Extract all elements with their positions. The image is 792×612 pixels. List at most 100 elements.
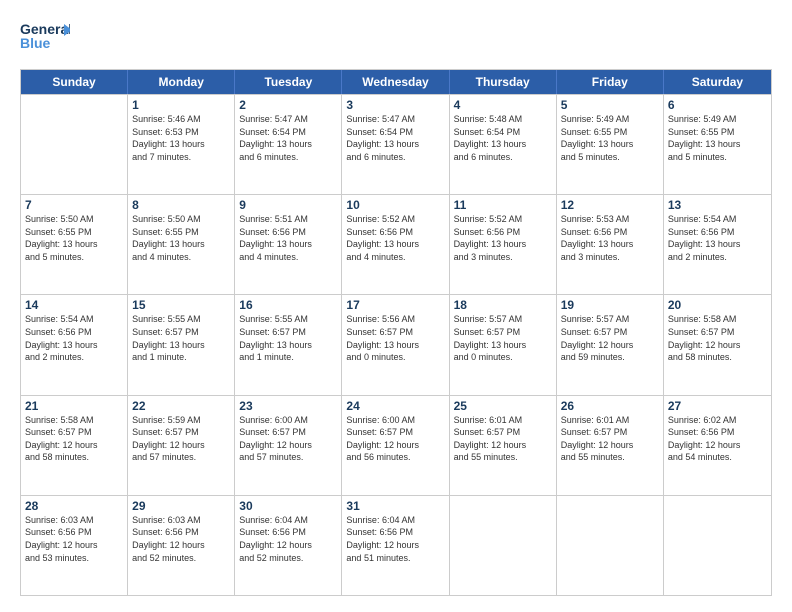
day-number: 31 xyxy=(346,499,444,513)
calendar-cell: 28Sunrise: 6:03 AM Sunset: 6:56 PM Dayli… xyxy=(21,496,128,595)
calendar-cell: 3Sunrise: 5:47 AM Sunset: 6:54 PM Daylig… xyxy=(342,95,449,194)
header-day-monday: Monday xyxy=(128,70,235,94)
day-number: 22 xyxy=(132,399,230,413)
calendar-cell: 19Sunrise: 5:57 AM Sunset: 6:57 PM Dayli… xyxy=(557,295,664,394)
calendar-cell: 26Sunrise: 6:01 AM Sunset: 6:57 PM Dayli… xyxy=(557,396,664,495)
day-info: Sunrise: 6:02 AM Sunset: 6:56 PM Dayligh… xyxy=(668,414,767,464)
calendar-cell: 2Sunrise: 5:47 AM Sunset: 6:54 PM Daylig… xyxy=(235,95,342,194)
day-info: Sunrise: 5:58 AM Sunset: 6:57 PM Dayligh… xyxy=(668,313,767,363)
day-number: 15 xyxy=(132,298,230,312)
week-row-5: 28 Sunrise: 6:03 AM Sunset: 6:56 PM Dayli… xyxy=(21,495,771,595)
day-info: Sunrise: 5:50 AM Sunset: 6:55 PM Dayligh… xyxy=(25,213,123,263)
logo-icon: General Blue xyxy=(20,16,70,56)
calendar-cell: 4Sunrise: 5:48 AM Sunset: 6:54 PM Daylig… xyxy=(450,95,557,194)
calendar-cell xyxy=(450,496,557,595)
day-number: 6 xyxy=(668,98,767,112)
day-number: 7 xyxy=(25,198,123,212)
calendar-cell: 22Sunrise: 5:59 AM Sunset: 6:57 PM Dayli… xyxy=(128,396,235,495)
calendar: SundayMondayTuesdayWednesdayThursdayFrid… xyxy=(20,69,772,596)
header-day-tuesday: Tuesday xyxy=(235,70,342,94)
day-number: 3 xyxy=(346,98,444,112)
calendar-cell: 12Sunrise: 5:53 AM Sunset: 6:56 PM Dayli… xyxy=(557,195,664,294)
calendar-cell: 11Sunrise: 5:52 AM Sunset: 6:56 PM Dayli… xyxy=(450,195,557,294)
calendar-cell: 21Sunrise: 5:58 AM Sunset: 6:57 PM Dayli… xyxy=(21,396,128,495)
calendar-cell: 6Sunrise: 5:49 AM Sunset: 6:55 PM Daylig… xyxy=(664,95,771,194)
day-number: 12 xyxy=(561,198,659,212)
day-number: 17 xyxy=(346,298,444,312)
day-number: 26 xyxy=(561,399,659,413)
day-info: Sunrise: 6:04 AM Sunset: 6:56 PM Dayligh… xyxy=(239,514,337,564)
day-info: Sunrise: 6:03 AM Sunset: 6:56 PM Dayligh… xyxy=(132,514,230,564)
day-number: 20 xyxy=(668,298,767,312)
calendar-cell: 7Sunrise: 5:50 AM Sunset: 6:55 PM Daylig… xyxy=(21,195,128,294)
day-number: 16 xyxy=(239,298,337,312)
calendar-cell: 9Sunrise: 5:51 AM Sunset: 6:56 PM Daylig… xyxy=(235,195,342,294)
day-number: 25 xyxy=(454,399,552,413)
header-day-wednesday: Wednesday xyxy=(342,70,449,94)
week-row-1: 1Sunrise: 5:46 AM Sunset: 6:53 PM Daylig… xyxy=(21,94,771,194)
day-number: 23 xyxy=(239,399,337,413)
day-number: 8 xyxy=(132,198,230,212)
day-number: 29 xyxy=(132,499,230,513)
calendar-header: SundayMondayTuesdayWednesdayThursdayFrid… xyxy=(21,70,771,94)
calendar-cell: 8Sunrise: 5:50 AM Sunset: 6:55 PM Daylig… xyxy=(128,195,235,294)
calendar-cell: 1Sunrise: 5:46 AM Sunset: 6:53 PM Daylig… xyxy=(128,95,235,194)
header-day-saturday: Saturday xyxy=(664,70,771,94)
day-info: Sunrise: 5:49 AM Sunset: 6:55 PM Dayligh… xyxy=(668,113,767,163)
day-info: Sunrise: 5:58 AM Sunset: 6:57 PM Dayligh… xyxy=(25,414,123,464)
day-number: 28 xyxy=(25,499,123,513)
day-info: Sunrise: 5:48 AM Sunset: 6:54 PM Dayligh… xyxy=(454,113,552,163)
calendar-cell xyxy=(21,95,128,194)
day-info: Sunrise: 5:57 AM Sunset: 6:57 PM Dayligh… xyxy=(454,313,552,363)
week-row-2: 7Sunrise: 5:50 AM Sunset: 6:55 PM Daylig… xyxy=(21,194,771,294)
day-info: Sunrise: 5:55 AM Sunset: 6:57 PM Dayligh… xyxy=(132,313,230,363)
calendar-cell: 20Sunrise: 5:58 AM Sunset: 6:57 PM Dayli… xyxy=(664,295,771,394)
day-info: Sunrise: 6:00 AM Sunset: 6:57 PM Dayligh… xyxy=(239,414,337,464)
day-number: 1 xyxy=(132,98,230,112)
calendar-cell: 29Sunrise: 6:03 AM Sunset: 6:56 PM Dayli… xyxy=(128,496,235,595)
day-number: 5 xyxy=(561,98,659,112)
calendar-cell: 16Sunrise: 5:55 AM Sunset: 6:57 PM Dayli… xyxy=(235,295,342,394)
header-day-sunday: Sunday xyxy=(21,70,128,94)
day-info: Sunrise: 5:47 AM Sunset: 6:54 PM Dayligh… xyxy=(239,113,337,163)
calendar-cell xyxy=(557,496,664,595)
day-number: 11 xyxy=(454,198,552,212)
day-info: Sunrise: 6:01 AM Sunset: 6:57 PM Dayligh… xyxy=(454,414,552,464)
day-number: 18 xyxy=(454,298,552,312)
svg-text:Blue: Blue xyxy=(20,35,51,51)
day-info: Sunrise: 5:52 AM Sunset: 6:56 PM Dayligh… xyxy=(454,213,552,263)
day-info: Sunrise: 5:57 AM Sunset: 6:57 PM Dayligh… xyxy=(561,313,659,363)
day-info: Sunrise: 5:47 AM Sunset: 6:54 PM Dayligh… xyxy=(346,113,444,163)
day-info: Sunrise: 5:46 AM Sunset: 6:53 PM Dayligh… xyxy=(132,113,230,163)
calendar-cell: 13Sunrise: 5:54 AM Sunset: 6:56 PM Dayli… xyxy=(664,195,771,294)
day-number: 27 xyxy=(668,399,767,413)
week-row-3: 14Sunrise: 5:54 AM Sunset: 6:56 PM Dayli… xyxy=(21,294,771,394)
calendar-cell: 30Sunrise: 6:04 AM Sunset: 6:56 PM Dayli… xyxy=(235,496,342,595)
calendar-cell: 24Sunrise: 6:00 AM Sunset: 6:57 PM Dayli… xyxy=(342,396,449,495)
day-number: 30 xyxy=(239,499,337,513)
header-day-friday: Friday xyxy=(557,70,664,94)
calendar-cell: 14Sunrise: 5:54 AM Sunset: 6:56 PM Dayli… xyxy=(21,295,128,394)
day-info: Sunrise: 5:51 AM Sunset: 6:56 PM Dayligh… xyxy=(239,213,337,263)
logo: General Blue xyxy=(20,16,70,61)
day-info: Sunrise: 6:04 AM Sunset: 6:56 PM Dayligh… xyxy=(346,514,444,564)
day-info: Sunrise: 5:49 AM Sunset: 6:55 PM Dayligh… xyxy=(561,113,659,163)
calendar-cell: 25Sunrise: 6:01 AM Sunset: 6:57 PM Dayli… xyxy=(450,396,557,495)
calendar-cell: 27Sunrise: 6:02 AM Sunset: 6:56 PM Dayli… xyxy=(664,396,771,495)
day-info: Sunrise: 6:01 AM Sunset: 6:57 PM Dayligh… xyxy=(561,414,659,464)
day-number: 2 xyxy=(239,98,337,112)
day-number: 13 xyxy=(668,198,767,212)
calendar-cell: 31Sunrise: 6:04 AM Sunset: 6:56 PM Dayli… xyxy=(342,496,449,595)
day-number: 10 xyxy=(346,198,444,212)
day-number: 14 xyxy=(25,298,123,312)
day-info: Sunrise: 6:00 AM Sunset: 6:57 PM Dayligh… xyxy=(346,414,444,464)
day-info: Sunrise: 5:52 AM Sunset: 6:56 PM Dayligh… xyxy=(346,213,444,263)
day-info: Sunrise: 5:54 AM Sunset: 6:56 PM Dayligh… xyxy=(668,213,767,263)
day-info: Sunrise: 5:56 AM Sunset: 6:57 PM Dayligh… xyxy=(346,313,444,363)
calendar-cell: 18Sunrise: 5:57 AM Sunset: 6:57 PM Dayli… xyxy=(450,295,557,394)
day-number: 9 xyxy=(239,198,337,212)
calendar-cell: 17Sunrise: 5:56 AM Sunset: 6:57 PM Dayli… xyxy=(342,295,449,394)
calendar-body: 1Sunrise: 5:46 AM Sunset: 6:53 PM Daylig… xyxy=(21,94,771,595)
day-number: 24 xyxy=(346,399,444,413)
header-day-thursday: Thursday xyxy=(450,70,557,94)
